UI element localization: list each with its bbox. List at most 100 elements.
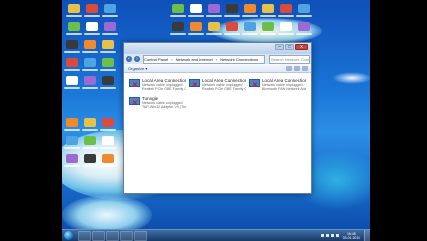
desktop-shortcut-label-line <box>84 33 100 35</box>
volume-tray-icon[interactable] <box>335 234 339 237</box>
desktop-shortcut-icon[interactable] <box>84 136 96 145</box>
desktop-shortcut-icon[interactable] <box>84 76 96 85</box>
show-desktop-button[interactable] <box>364 230 370 241</box>
desktop-shortcut-icon[interactable] <box>262 22 274 31</box>
desktop-shortcut-icon[interactable] <box>172 4 184 13</box>
connection-item[interactable]: ✕ Local Area Connection 3 Network cable … <box>249 78 306 96</box>
desktop-shortcut-icon[interactable] <box>172 22 184 31</box>
network-connections-window: – □ x ‹ › Control Panel › Network and In… <box>123 42 312 194</box>
breadcrumb-separator: › <box>171 56 173 62</box>
desktop-shortcut-label-line <box>64 147 80 149</box>
desktop-shortcut-label-line <box>170 15 186 17</box>
desktop-shortcut-icon[interactable] <box>208 4 220 13</box>
breadcrumb-item[interactable]: Network and Internet <box>176 57 213 62</box>
desktop-shortcut-icon[interactable] <box>190 4 202 13</box>
desktop-shortcut-label-line <box>64 165 80 167</box>
back-arrow-icon[interactable]: ‹ <box>126 56 132 62</box>
search-input[interactable]: Search Network Connections <box>269 54 310 64</box>
tray-icon[interactable] <box>320 234 324 237</box>
connection-device: TAP-Win32 Adapter V9 (Tunngle) <box>142 105 186 109</box>
desktop-shortcut-label-line <box>278 15 294 17</box>
desktop-shortcut-icon[interactable] <box>298 22 310 31</box>
network-tray-icon[interactable] <box>330 234 334 237</box>
desktop-shortcut-icon[interactable] <box>66 58 78 67</box>
desktop-shortcut-label-line <box>82 165 98 167</box>
desktop-shortcut-icon[interactable] <box>226 22 238 31</box>
network-adapter-icon: ✕ <box>129 97 140 107</box>
window-titlebar[interactable]: – □ x <box>124 43 311 54</box>
minimize-button[interactable]: – <box>275 44 284 50</box>
desktop-shortcut-label-line <box>64 129 80 131</box>
connection-device: Bluetooth PAN Network Adapter <box>262 87 306 91</box>
desktop-shortcut-label-line <box>100 129 116 131</box>
connection-item[interactable]: ✕ Local Area Connection Network cable un… <box>129 78 186 96</box>
desktop-shortcut-icon[interactable] <box>244 22 256 31</box>
clock[interactable]: 16:45 03.01.2011 <box>343 232 360 240</box>
connections-list: ✕ Local Area Connection Network cable un… <box>124 73 311 193</box>
desktop-shortcut-icon[interactable] <box>298 4 310 13</box>
desktop-shortcut-label-line <box>64 51 80 53</box>
desktop-shortcut-icon[interactable] <box>262 4 274 13</box>
system-tray: 16:45 03.01.2011 <box>320 230 360 241</box>
desktop-shortcut-icon[interactable] <box>66 76 78 85</box>
view-options-icon[interactable] <box>286 65 292 71</box>
desktop-shortcut-icon[interactable] <box>86 4 98 13</box>
desktop-shortcut-icon[interactable] <box>66 118 78 127</box>
maximize-button[interactable]: □ <box>285 44 294 50</box>
red-x-icon: ✕ <box>252 82 258 89</box>
desktop-shortcut-label-line <box>82 69 98 71</box>
help-icon[interactable] <box>302 65 308 71</box>
desktop-shortcut-icon[interactable] <box>280 22 292 31</box>
desktop-shortcut-icon[interactable] <box>84 118 96 127</box>
command-bar: Organize ▾ <box>124 64 311 73</box>
desktop-shortcut-icon[interactable] <box>104 4 116 13</box>
desktop-shortcut-icon[interactable] <box>226 4 238 13</box>
desktop-shortcut-icon[interactable] <box>84 154 96 163</box>
network-adapter-icon: ✕ <box>249 79 260 89</box>
connection-item[interactable]: ✕ Local Area Connection 2 Network cable … <box>189 78 246 96</box>
breadcrumb-item[interactable]: Control Panel <box>144 57 168 62</box>
network-adapter-icon: ✕ <box>189 79 200 89</box>
desktop-shortcut-icon[interactable] <box>102 136 114 145</box>
desktop-shortcut-icon[interactable] <box>66 154 78 163</box>
tray-icon[interactable] <box>325 234 329 237</box>
desktop-shortcut-icon[interactable] <box>68 22 80 31</box>
desktop-shortcut-icon[interactable] <box>190 22 202 31</box>
desktop-shortcut-icon[interactable] <box>84 40 96 49</box>
close-button[interactable]: x <box>295 44 308 50</box>
desktop-shortcut-icon[interactable] <box>86 22 98 31</box>
desktop-shortcut-label-line <box>260 33 276 35</box>
desktop-shortcut-icon[interactable] <box>244 4 256 13</box>
desktop-shortcut-label-line <box>224 15 240 17</box>
desktop-shortcut-label-line <box>102 15 118 17</box>
preview-pane-icon[interactable] <box>294 65 300 71</box>
desktop-shortcut-icon[interactable] <box>84 58 96 67</box>
desktop-shortcut-icon[interactable] <box>102 118 114 127</box>
organize-menu[interactable]: Organize ▾ <box>128 66 147 71</box>
desktop-shortcut-icon[interactable] <box>280 4 292 13</box>
breadcrumb-item[interactable]: Network Connections <box>220 57 258 62</box>
red-x-icon: ✕ <box>192 82 198 89</box>
desktop-shortcut-label-line <box>188 33 204 35</box>
desktop-shortcut-label-line <box>206 15 222 17</box>
desktop-shortcut-icon[interactable] <box>102 154 114 163</box>
desktop-shortcut-label-line <box>64 87 80 89</box>
desktop-shortcut-icon[interactable] <box>66 40 78 49</box>
desktop-shortcut-icon[interactable] <box>102 76 114 85</box>
desktop-shortcut-icon[interactable] <box>66 136 78 145</box>
connection-item[interactable]: ✕ Tunngle Network cable unplugged TAP-Wi… <box>129 96 186 114</box>
desktop-shortcut-icon[interactable] <box>104 22 116 31</box>
desktop-shortcut-label-line <box>100 69 116 71</box>
desktop-shortcut-icon[interactable] <box>208 22 220 31</box>
desktop-shortcut-icon[interactable] <box>68 4 80 13</box>
desktop-shortcut-label-line <box>84 15 100 17</box>
desktop-shortcut-label-line <box>102 33 118 35</box>
start-button[interactable] <box>64 231 73 240</box>
desktop-shortcut-label-line <box>82 147 98 149</box>
desktop-shortcut-icon[interactable] <box>102 40 114 49</box>
address-bar[interactable]: Control Panel › Network and Internet › N… <box>143 54 265 64</box>
desktop-shortcut-icon[interactable] <box>102 58 114 67</box>
desktop-shortcut-label-line <box>242 15 258 17</box>
forward-arrow-icon[interactable]: › <box>134 56 140 62</box>
network-adapter-icon: ✕ <box>129 79 140 89</box>
